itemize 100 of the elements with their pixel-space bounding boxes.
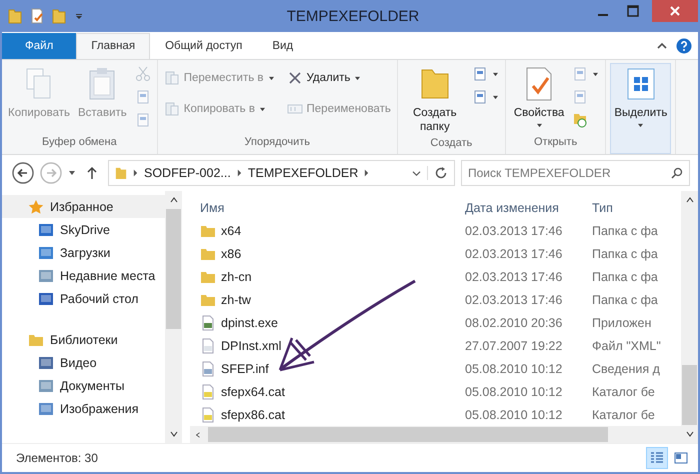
scrollbar[interactable] (165, 191, 182, 443)
date-cell-text: 02.03.2013 17:46 (465, 224, 564, 238)
refresh-icon[interactable] (427, 166, 448, 180)
file-icon (200, 406, 216, 423)
column-header[interactable]: Имя (190, 201, 465, 216)
file-name[interactable]: dpinst.exe (221, 316, 278, 330)
back-button[interactable] (12, 162, 34, 184)
sidebar-item[interactable]: Недавние места (2, 264, 165, 287)
new-folder-button[interactable]: Создать папку (402, 63, 468, 137)
sidebar-item[interactable]: Загрузки (2, 241, 165, 264)
date-cell-text: 02.03.2013 17:46 (465, 293, 564, 308)
sidebar-item[interactable]: Избранное (2, 195, 165, 218)
file-name[interactable]: SFEP.inf (221, 362, 269, 376)
chevron-icon[interactable] (133, 169, 138, 177)
folder-icon (572, 112, 588, 128)
folder-icon (115, 166, 127, 180)
scroll-down-icon[interactable] (686, 431, 694, 437)
minimize-icon (598, 14, 608, 16)
caret-icon (492, 94, 499, 100)
sidebar-item[interactable]: Библиотеки (2, 328, 165, 351)
up-arrow-icon[interactable] (86, 166, 98, 180)
scrollbar-thumb[interactable] (166, 209, 181, 329)
caret-icon (258, 106, 266, 112)
caret-icon (592, 72, 600, 76)
file-icon (200, 360, 216, 377)
close-button[interactable] (652, 0, 698, 22)
scrollbar[interactable] (681, 191, 698, 443)
details-view-button[interactable] (646, 447, 668, 469)
type-cell-text: Приложен (592, 316, 652, 330)
caret-icon (492, 72, 499, 76)
chevron-icon[interactable] (364, 169, 370, 177)
type-cell-text: Папка с фа (592, 247, 659, 262)
folder-icon (200, 246, 216, 262)
type-cell-text: Папка с фа (592, 270, 659, 284)
chevron-icon[interactable] (236, 169, 242, 177)
thumbnail-icon (674, 451, 688, 465)
file-name[interactable]: x86 (221, 247, 242, 262)
column-header[interactable]: Дата изменения (465, 201, 592, 216)
file-tab[interactable]: Файл (2, 33, 76, 59)
scroll-down-icon[interactable] (170, 431, 178, 437)
sidebar-item[interactable]: Изображения (2, 397, 165, 420)
location-icon (38, 222, 54, 238)
scroll-up-icon[interactable] (686, 197, 694, 203)
breadcrumb[interactable]: TEMPEXEFOLDER (248, 166, 358, 180)
file-name[interactable]: sfepx86.cat (221, 408, 285, 422)
scrollbar[interactable] (190, 426, 681, 444)
x-icon (286, 70, 303, 86)
recent-locations-icon[interactable] (68, 170, 76, 176)
file-name[interactable]: sfepx64.cat (221, 384, 285, 399)
column-header[interactable]: Тип (592, 201, 681, 216)
date-cell-text: 02.03.2013 17:46 (465, 270, 564, 284)
scrollbar-thumb[interactable] (208, 427, 608, 442)
date-cell-text: 08.02.2010 20:36 (465, 316, 564, 330)
file-icon (200, 384, 216, 400)
file-name[interactable]: zh-cn (221, 270, 252, 284)
grid-icon (624, 66, 657, 102)
date-cell-text: 05.08.2010 10:12 (465, 384, 564, 399)
ribbon-tab[interactable]: Общий доступ (150, 33, 258, 59)
ribbon-tab[interactable]: Главная (76, 33, 150, 59)
location-icon (38, 244, 54, 260)
file-name[interactable]: x64 (221, 224, 242, 238)
type-cell-text: Папка с фа (592, 224, 659, 238)
ribbon-group-label: Буфер обмена (41, 136, 118, 150)
scroll-left-icon[interactable] (194, 432, 202, 438)
sidebar-item[interactable]: Рабочий стол (2, 287, 165, 310)
file-icon (200, 338, 216, 354)
sidebar-item[interactable]: SkyDrive (2, 218, 165, 241)
address-bar[interactable]: SODFEP-002... TEMPEXEFOLDER (108, 160, 455, 186)
delete-button[interactable]: Удалить (284, 63, 393, 93)
close-icon (669, 5, 681, 17)
sidebar-item[interactable]: Документы (2, 374, 165, 397)
star-icon (28, 198, 44, 214)
sidebar-item[interactable]: Видео (2, 351, 165, 374)
file-icon (200, 314, 216, 331)
ribbon-group-label: Упорядочить (244, 136, 312, 150)
properties-button[interactable]: Свойства (510, 63, 568, 136)
date-cell-text: 05.08.2010 10:12 (465, 362, 564, 376)
type-cell-text: Каталог бе (592, 384, 656, 399)
caret-icon (536, 123, 543, 128)
dropdown-icon[interactable] (74, 11, 84, 21)
type-cell-text: Папка с фа (592, 293, 659, 308)
breadcrumb[interactable]: SODFEP-002... (144, 166, 231, 180)
search-field[interactable]: Поиск TEMPEXEFOLDER (461, 160, 690, 186)
dropdown-icon[interactable] (412, 170, 421, 176)
date-cell-text: 05.08.2010 10:12 (465, 408, 564, 422)
ribbon-group-label: Открыть (532, 136, 578, 150)
maximize-icon (627, 5, 639, 17)
help-icon[interactable] (676, 38, 692, 54)
select-button[interactable]: Выделить (610, 63, 672, 154)
caret-icon (637, 123, 644, 128)
location-icon (38, 400, 54, 416)
date-cell-text: 02.03.2013 17:46 (465, 247, 564, 262)
folder-icon (200, 269, 216, 286)
scroll-up-icon[interactable] (170, 197, 178, 203)
file-name[interactable]: zh-tw (221, 293, 251, 308)
document-check-icon[interactable] (30, 8, 44, 24)
scrollbar-thumb[interactable] (682, 365, 697, 425)
file-name[interactable]: DPInst.xml (221, 338, 282, 353)
ribbon-tab[interactable]: Вид (257, 33, 308, 59)
location-icon (38, 378, 54, 394)
